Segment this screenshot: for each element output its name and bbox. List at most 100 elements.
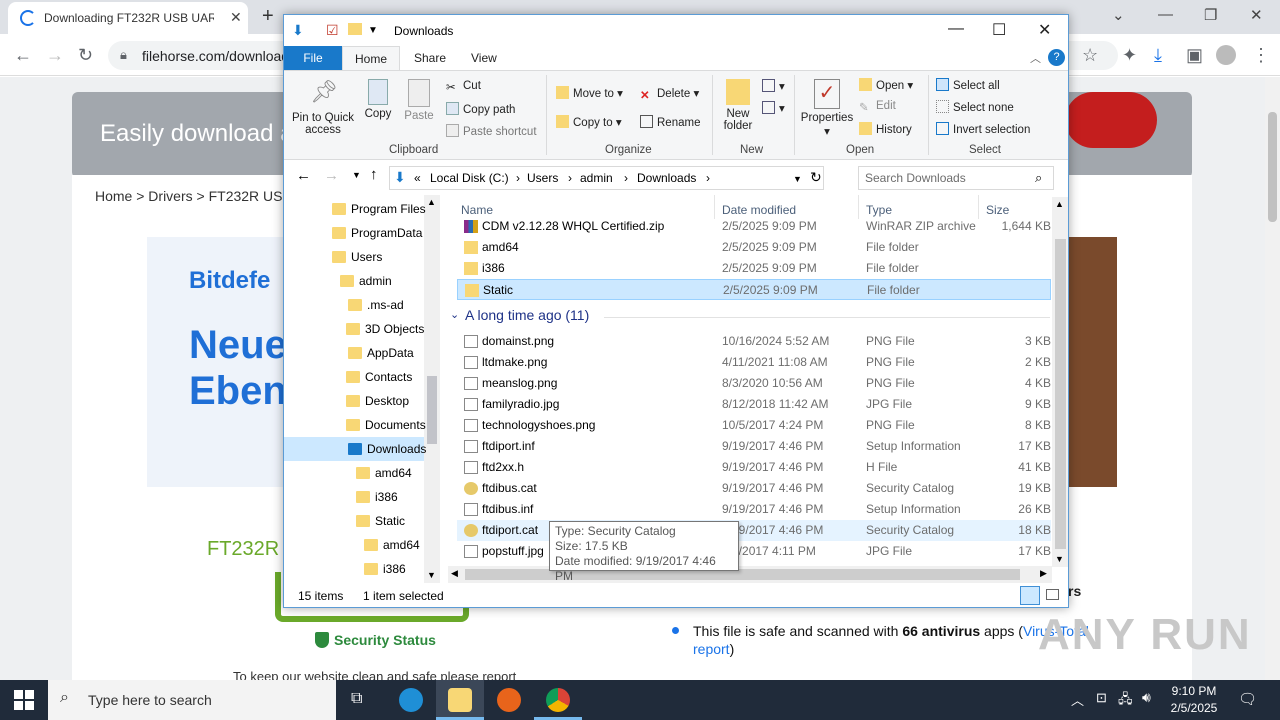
- side-panel-icon[interactable]: ▣: [1186, 45, 1203, 66]
- scroll-down-icon[interactable]: ▼: [1055, 554, 1064, 564]
- crumb-downloads[interactable]: Downloads: [637, 171, 696, 185]
- new-folder-qa-icon[interactable]: [348, 23, 362, 35]
- new-tab-button[interactable]: +: [262, 5, 274, 28]
- column-name[interactable]: Name: [461, 203, 493, 217]
- edit-button[interactable]: ✎ Edit: [859, 100, 896, 114]
- nav-item[interactable]: i386: [356, 485, 398, 509]
- delete-button[interactable]: ✕ Delete ▾: [640, 86, 699, 102]
- scroll-left-icon[interactable]: ◀: [451, 568, 458, 579]
- nav-back-icon[interactable]: ←: [296, 167, 311, 184]
- task-view-icon[interactable]: ⧉: [351, 690, 362, 708]
- file-row[interactable]: popstuff.jpg 7/7/2017 4:11 PM JPG File 17 K…: [457, 541, 1051, 562]
- tab-view[interactable]: View: [459, 46, 509, 70]
- crumb-admin[interactable]: admin: [580, 171, 613, 185]
- column-type[interactable]: Type: [866, 203, 892, 217]
- clock[interactable]: 9:10 PM 2/5/2025: [1160, 683, 1228, 717]
- new-folder-button[interactable]: New folder: [718, 79, 758, 132]
- nav-item[interactable]: Static: [356, 509, 405, 533]
- close-tab-icon[interactable]: ✕: [230, 9, 242, 26]
- file-row[interactable]: technologyshoes.png 10/5/2017 4:24 PM PNG …: [457, 415, 1051, 436]
- nav-item[interactable]: i386: [364, 557, 406, 581]
- select-all-button[interactable]: Select all: [936, 78, 1000, 92]
- select-none-button[interactable]: Select none: [936, 100, 1014, 114]
- minimize-button[interactable]: —: [1158, 6, 1173, 23]
- page-scrollbar[interactable]: [1265, 77, 1280, 680]
- crumb-users[interactable]: Users: [527, 171, 558, 185]
- chrome-icon[interactable]: [546, 688, 570, 712]
- nav-item[interactable]: 3D Objects: [346, 317, 424, 341]
- details-view-icon[interactable]: [1020, 586, 1040, 605]
- customize-qa-icon[interactable]: ▼: [368, 25, 378, 36]
- volume-icon[interactable]: 🔊︎: [1142, 689, 1151, 706]
- column-date[interactable]: Date modified: [722, 203, 796, 217]
- new-item-button[interactable]: ▾: [762, 79, 785, 93]
- tab-share[interactable]: Share: [402, 46, 458, 70]
- open-button[interactable]: Open ▾: [859, 78, 913, 92]
- menu-icon[interactable]: ⋮: [1252, 45, 1270, 66]
- history-button[interactable]: History: [859, 122, 912, 136]
- network-icon[interactable]: 🖧︎: [1118, 690, 1133, 712]
- copy-path-button[interactable]: Copy path: [446, 102, 515, 116]
- taskbar-search[interactable]: ⌕ Type here to search: [48, 680, 336, 720]
- properties-button[interactable]: ✓ Properties ▾: [800, 79, 854, 138]
- paste-button[interactable]: Paste: [402, 79, 436, 122]
- browser-tab[interactable]: Downloading FT232R USB UART ✕: [8, 2, 248, 34]
- nav-item[interactable]: AppData: [348, 341, 414, 365]
- file-row[interactable]: i386 2/5/2025 9:09 PM File folder: [457, 258, 1051, 279]
- nav-item[interactable]: admin: [340, 269, 392, 293]
- group-collapse-icon[interactable]: ⌄: [450, 308, 459, 321]
- recent-locations-icon[interactable]: ▼: [352, 170, 361, 180]
- nav-item[interactable]: Downloads: [284, 437, 426, 461]
- file-row[interactable]: meanslog.png 8/3/2020 10:56 AM PNG File 4 K…: [457, 373, 1051, 394]
- column-size[interactable]: Size: [986, 203, 1009, 217]
- move-to-button[interactable]: Move to ▾: [556, 86, 623, 100]
- vertical-scrollbar[interactable]: ▲ ▼: [1052, 197, 1068, 567]
- edge-icon[interactable]: [399, 688, 423, 712]
- path-overflow[interactable]: «: [414, 171, 421, 185]
- extensions-icon[interactable]: ✦: [1122, 45, 1137, 66]
- nav-item[interactable]: Documents: [346, 413, 426, 437]
- nav-item[interactable]: ProgramData: [332, 221, 422, 245]
- downloads-icon[interactable]: ⤓: [1154, 45, 1162, 66]
- start-button[interactable]: [14, 690, 34, 710]
- tab-file[interactable]: File: [284, 46, 342, 70]
- large-icons-view-icon[interactable]: [1046, 589, 1059, 600]
- file-row[interactable]: ftdibus.cat 9/19/2017 4:46 PM Security Cat…: [457, 478, 1051, 499]
- scroll-up-icon[interactable]: ▲: [427, 197, 436, 207]
- help-icon[interactable]: ?: [1048, 49, 1065, 66]
- scroll-right-icon[interactable]: ▶: [1040, 568, 1047, 579]
- copy-to-button[interactable]: Copy to ▾: [556, 115, 622, 129]
- properties-qa-icon[interactable]: ☑: [326, 22, 339, 39]
- scroll-up-icon[interactable]: ▲: [1055, 199, 1064, 209]
- refresh-icon[interactable]: ↻: [810, 169, 822, 186]
- file-row[interactable]: ftdiport.inf 9/19/2017 4:46 PM Setup Infor…: [457, 436, 1051, 457]
- notifications-icon[interactable]: 🗨︎: [1238, 690, 1257, 708]
- network-device-icon[interactable]: ⊡: [1096, 690, 1107, 706]
- nav-item[interactable]: Program Files: [332, 197, 426, 221]
- address-path[interactable]: ⬇ « Local Disk (C:) › Users › admin › Do…: [389, 166, 824, 190]
- nav-item[interactable]: .ms-ad: [348, 293, 404, 317]
- bookmark-star-icon[interactable]: ☆: [1082, 45, 1098, 66]
- nav-item[interactable]: Users: [332, 245, 382, 269]
- file-row[interactable]: amd64 2/5/2025 9:09 PM File folder: [457, 237, 1051, 258]
- back-icon[interactable]: ←: [14, 45, 32, 66]
- file-row[interactable]: ltdmake.png 4/11/2021 11:08 AM PNG File 2 K…: [457, 352, 1051, 373]
- nav-scrollbar[interactable]: ▲ ▼: [424, 195, 440, 583]
- search-downloads-input[interactable]: Search Downloads ⌕: [858, 166, 1054, 190]
- cut-button[interactable]: ✂ Cut: [446, 80, 481, 94]
- easy-access-button[interactable]: ▾: [762, 101, 785, 115]
- nav-item[interactable]: Contacts: [346, 365, 412, 389]
- ex-minimize-button[interactable]: —: [948, 20, 964, 38]
- tray-overflow-icon[interactable]: ︿: [1071, 690, 1084, 709]
- file-row[interactable]: ftd2xx.h 9/19/2017 4:46 PM H File 41 KB: [457, 457, 1051, 478]
- horizontal-scrollbar[interactable]: ◀ ▶: [448, 566, 1052, 583]
- nav-forward-icon[interactable]: →: [324, 167, 339, 184]
- nav-item[interactable]: Desktop: [346, 389, 409, 413]
- address-dropdown-icon[interactable]: ▼: [793, 174, 802, 184]
- tab-home[interactable]: Home: [342, 46, 401, 70]
- advertisement-right[interactable]: [1069, 237, 1117, 487]
- scroll-down-icon[interactable]: ▼: [427, 570, 436, 580]
- nav-item[interactable]: amd64: [364, 533, 420, 557]
- file-row[interactable]: domainst.png 10/16/2024 5:52 AM PNG File 3 …: [457, 331, 1051, 352]
- forward-icon[interactable]: →: [46, 45, 64, 66]
